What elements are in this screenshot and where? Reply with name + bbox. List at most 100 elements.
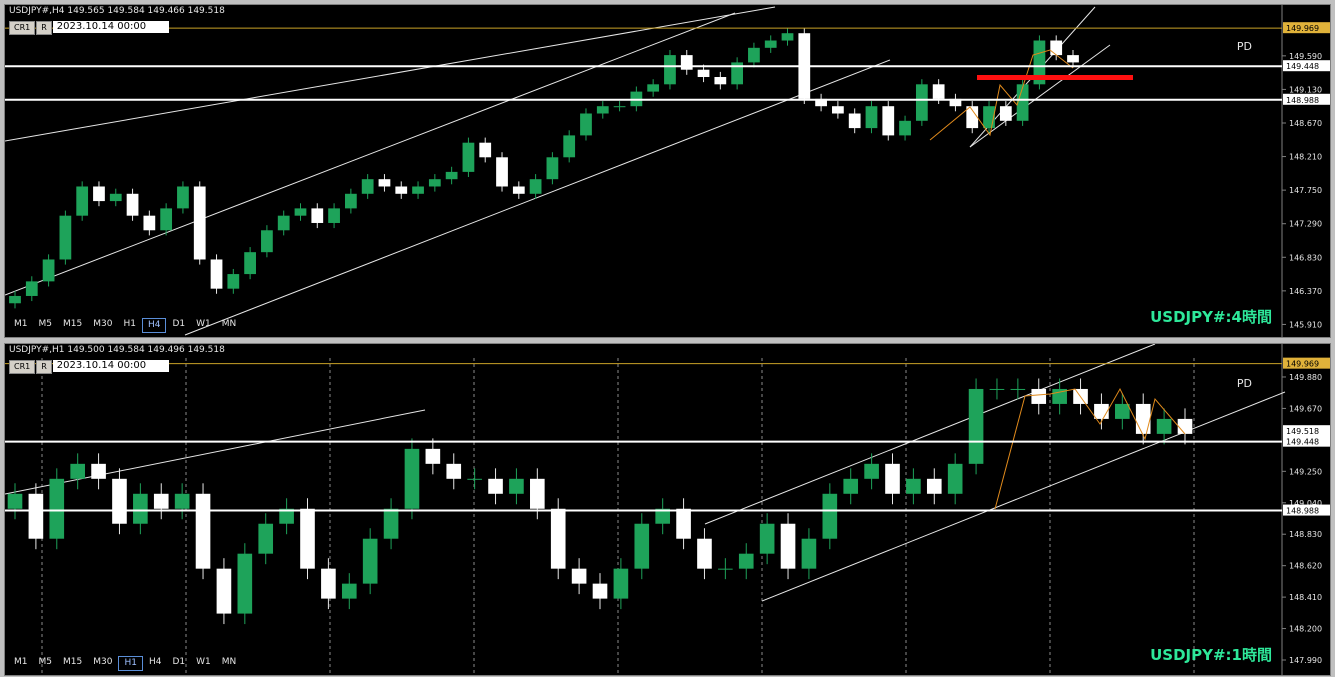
candle-bearish <box>926 478 942 494</box>
candle-bearish <box>153 493 169 509</box>
candle-bullish <box>546 157 559 180</box>
candle-bullish <box>277 215 290 231</box>
candle-bearish <box>210 259 223 289</box>
candle-bearish <box>697 538 712 569</box>
candle-bullish <box>1016 84 1029 121</box>
tick-label: 149.670 <box>1289 404 1322 413</box>
cr1-button[interactable]: CR1 <box>9 21 36 35</box>
tick-label: 146.370 <box>1289 287 1322 296</box>
tf-m15[interactable]: M15 <box>58 318 87 331</box>
cr1-button[interactable]: CR1 <box>9 360 36 374</box>
candle-bullish <box>906 478 921 494</box>
candle-bullish <box>989 388 1005 390</box>
price-tag-label: 148.988 <box>1286 96 1319 105</box>
trend-line <box>704 344 1156 525</box>
tf-m1[interactable]: M1 <box>9 318 33 331</box>
candle-bearish <box>1031 388 1047 404</box>
candle-bearish <box>112 478 127 524</box>
candle-bullish <box>133 493 148 524</box>
candle-bullish <box>748 47 760 63</box>
candle-bearish <box>395 186 408 194</box>
tick-label: 148.210 <box>1289 153 1322 162</box>
h1-chart-panel[interactable]: 149.880 149.670 149.250 149.040 148.830 148.6… <box>4 343 1331 676</box>
candle-bullish <box>781 33 794 41</box>
tf-h4-selected[interactable]: H4 <box>141 318 167 333</box>
h1-control-row: CR1 R 2023.10.14 00:00 <box>9 360 169 374</box>
tf-h1[interactable]: H1 <box>118 318 141 331</box>
candle-bullish <box>647 84 660 92</box>
datetime-field[interactable]: 2023.10.14 00:00 <box>52 21 169 33</box>
tf-m30[interactable]: M30 <box>88 318 117 331</box>
tf-m1[interactable]: M1 <box>9 656 33 669</box>
candle-bullish <box>915 84 928 121</box>
candle-bullish <box>843 478 859 494</box>
candle-bullish <box>261 230 273 253</box>
red-zone-marker <box>977 75 1133 80</box>
candle-bullish <box>344 193 357 209</box>
candle-bearish <box>378 179 391 187</box>
tf-h4[interactable]: H4 <box>144 656 167 669</box>
candle-bullish <box>174 493 190 509</box>
candle-bullish <box>160 208 173 231</box>
tick-label: 148.830 <box>1289 530 1322 539</box>
tf-m5[interactable]: M5 <box>34 318 58 331</box>
tick-label: 147.290 <box>1289 220 1322 229</box>
candle-bullish <box>244 252 256 275</box>
candle-bullish <box>42 259 55 282</box>
tf-m5[interactable]: M5 <box>34 656 58 669</box>
candle-bearish <box>530 478 545 509</box>
candle-bearish <box>550 508 566 569</box>
candle-bullish <box>7 493 23 509</box>
candle-bullish <box>563 135 576 158</box>
candle-bullish <box>968 388 984 464</box>
candle-bearish <box>932 84 945 99</box>
candle-bearish <box>193 186 206 260</box>
price-tag-label: 148.988 <box>1286 507 1319 516</box>
tf-w1[interactable]: W1 <box>191 656 216 669</box>
candle-bullish <box>509 478 524 494</box>
candle-bearish <box>126 193 139 216</box>
timeframe-bar: M1 M5 M15 M30 H1 H4 D1 W1 MN <box>9 318 241 333</box>
pd-label: PD <box>1236 377 1252 390</box>
candle-bearish <box>832 106 844 114</box>
h4-chart-header: USDJPY#,H4 149.565 149.584 149.466 149.5… <box>9 6 225 16</box>
price-tag-label: 149.969 <box>1286 360 1319 369</box>
tf-h1-selected[interactable]: H1 <box>118 656 143 671</box>
r-button[interactable]: R <box>36 21 52 35</box>
datetime-field[interactable]: 2023.10.14 00:00 <box>52 360 169 372</box>
candle-bullish <box>764 40 777 48</box>
candle-bullish <box>664 55 676 85</box>
r-button[interactable]: R <box>36 360 52 374</box>
trend-line <box>5 409 426 495</box>
candle-bearish <box>496 157 508 187</box>
candle-bearish <box>1067 55 1079 63</box>
candle-bearish <box>714 77 727 85</box>
tf-mn[interactable]: MN <box>217 318 242 331</box>
tf-m30[interactable]: M30 <box>88 656 117 669</box>
candle-bearish <box>425 448 441 464</box>
trend-line <box>761 391 1286 602</box>
tick-label: 148.410 <box>1289 593 1322 602</box>
candle-bearish <box>592 583 608 599</box>
zigzag-line <box>929 49 1074 141</box>
tf-m15[interactable]: M15 <box>58 656 87 669</box>
pd-label: PD <box>1236 40 1252 53</box>
tf-d1[interactable]: D1 <box>167 318 190 331</box>
candle-bullish <box>445 171 458 180</box>
tf-w1[interactable]: W1 <box>191 318 216 331</box>
candle-bearish <box>1177 418 1193 434</box>
price-tag-label: 149.448 <box>1286 438 1319 447</box>
h4-chart-panel[interactable]: 149.590 149.130 148.670 148.210 147.750 147.2… <box>4 4 1331 338</box>
tick-label: 148.620 <box>1289 562 1322 571</box>
tf-mn[interactable]: MN <box>217 656 242 669</box>
candle-bullish <box>9 295 21 304</box>
tick-label: 146.830 <box>1289 253 1322 262</box>
h4-control-row: CR1 R 2023.10.14 00:00 <box>9 21 169 35</box>
tick-label: 147.750 <box>1289 186 1322 195</box>
candle-bearish <box>195 493 211 569</box>
candle-bullish <box>865 106 878 129</box>
candle-bullish <box>864 463 879 479</box>
tf-d1[interactable]: D1 <box>167 656 190 669</box>
candle-bearish <box>300 508 315 569</box>
candle-bearish <box>512 186 525 194</box>
